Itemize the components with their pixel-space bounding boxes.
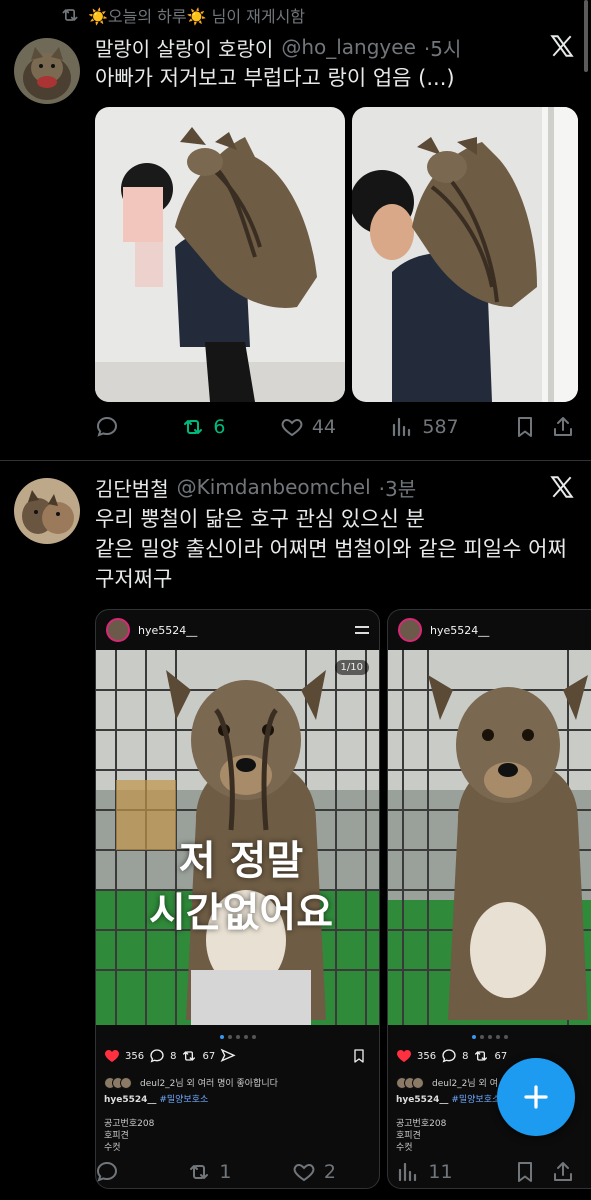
comment-icon — [149, 1048, 165, 1064]
ig-caption: hye5524__ #밀양보호소 — [104, 1092, 371, 1105]
bookmark-icon — [351, 1048, 367, 1064]
like-count: 2 — [323, 1161, 336, 1183]
user-handle[interactable]: @Kimdanbeomchel — [177, 475, 371, 499]
ig-repost-count: 67 — [494, 1050, 508, 1062]
bookmark-icon[interactable] — [513, 1160, 537, 1184]
timestamp[interactable]: ·3분 — [379, 473, 416, 502]
x-logo-icon[interactable] — [549, 474, 575, 500]
ig-hashtag: #밀양보호소 — [159, 1095, 209, 1105]
retweet-count: 1 — [219, 1161, 232, 1183]
ig-liked-by: deul2_2님 외 여러 명이 좋아합니다 — [104, 1076, 371, 1089]
reply-icon — [95, 1160, 119, 1184]
ig-liked-by-text: deul2_2님 외 여러 명이 좋아합니다 — [140, 1079, 278, 1089]
ig-header: hye5524__ — [388, 610, 591, 650]
compose-plus-icon — [524, 1085, 548, 1109]
heart-icon — [397, 1050, 411, 1062]
reply-icon — [95, 415, 119, 439]
views-icon — [396, 1160, 420, 1184]
like-button[interactable]: 44 — [280, 415, 336, 439]
compose-button[interactable] — [497, 1058, 575, 1136]
overlay-caption: 저 정말 시간없어요 — [126, 835, 356, 939]
ig-notes: 공고번호208 호피견 수컷 — [104, 1118, 154, 1154]
ig-comment-count: 8 — [462, 1050, 469, 1062]
views-count: 11 — [428, 1161, 453, 1183]
heart-icon — [105, 1050, 119, 1062]
ig-liked-by-text: deul2_2님 외 여 — [432, 1079, 498, 1089]
comment-icon — [441, 1048, 457, 1064]
tweet-image[interactable]: hye5524__ 1/10 저 정말 시간없어요 356 8 67 deul2… — [95, 609, 380, 1189]
share-icon[interactable] — [551, 415, 575, 439]
ig-note-line: 공고번호208 — [104, 1119, 155, 1129]
tweet-text-line: 같은 밀양 출신이라 어쩌면 범철이와 같은 피일수 어쩌 — [95, 537, 567, 561]
like-count: 44 — [311, 416, 336, 438]
tweet[interactable]: 말랑이 살랑이 호랑이 @ho_langyee ·5시 아빠가 저거보고 부럽다… — [0, 28, 591, 460]
display-name[interactable]: 말랑이 살랑이 호랑이 — [95, 33, 273, 62]
tweet-header: 김단범철 @Kimdanbeomchel ·3분 — [95, 472, 531, 502]
ig-comment-count: 8 — [170, 1050, 177, 1062]
tweet-image[interactable] — [352, 107, 578, 402]
send-icon — [220, 1048, 236, 1063]
retweet-count: 6 — [213, 416, 226, 438]
retweet-banner-text: ☀️오늘의 하루☀️ 님이 재게시함 — [88, 7, 306, 26]
ig-header: hye5524__ — [96, 610, 379, 650]
reply-button[interactable] — [95, 415, 127, 439]
timestamp[interactable]: ·5시 — [424, 33, 461, 62]
ig-username: hye5524__ — [430, 623, 490, 637]
ig-actions: 356 8 67 — [104, 1048, 367, 1064]
retweet-icon — [181, 415, 205, 439]
reply-button[interactable] — [95, 1160, 127, 1184]
views-button[interactable]: 587 — [390, 415, 459, 439]
ig-note-line: 호피견 — [396, 1131, 421, 1141]
user-handle[interactable]: @ho_langyee — [281, 35, 416, 59]
views-count: 587 — [422, 416, 459, 438]
retweet-button[interactable]: 6 — [181, 415, 225, 439]
ig-notes: 공고번호208 호피견 수컷 — [396, 1118, 446, 1154]
repost-icon — [473, 1048, 489, 1064]
ig-note-line: 공고번호208 — [396, 1119, 447, 1129]
tweet-text: 아빠가 저거보고 부럽다고 랑이 업음 (...) — [95, 66, 455, 90]
tweet-text-line: 우리 뿡철이 닮은 호구 관심 있으신 분 — [95, 507, 425, 531]
overlay-line: 시간없어요 — [149, 890, 333, 936]
ig-caption-user: hye5524__ — [396, 1095, 449, 1105]
retweet-icon — [187, 1160, 211, 1184]
x-logo-icon[interactable] — [549, 33, 575, 59]
views-icon — [390, 415, 414, 439]
like-icon — [280, 415, 304, 439]
menu-icon — [355, 626, 369, 634]
avatar[interactable] — [14, 478, 80, 544]
repost-icon — [181, 1048, 197, 1064]
display-name[interactable]: 김단범철 — [95, 473, 169, 502]
ig-avatar — [398, 618, 422, 642]
like-icon — [292, 1160, 316, 1184]
tweet-text: 우리 뿡철이 닮은 호구 관심 있으신 분 같은 밀양 출신이라 어쩌면 범철이… — [95, 504, 575, 594]
retweet-button[interactable]: 1 — [187, 1160, 232, 1184]
tweet-actions: 1 2 11 — [95, 1152, 575, 1192]
like-button[interactable]: 2 — [292, 1160, 336, 1184]
ig-like-count: 356 — [125, 1050, 145, 1062]
ig-carousel-dots — [96, 1035, 379, 1039]
retweet-banner[interactable]: ☀️오늘의 하루☀️ 님이 재게시함 — [60, 2, 305, 28]
tweet-actions: 6 44 587 — [95, 407, 575, 447]
ig-avatar — [106, 618, 130, 642]
overlay-line: 저 정말 — [178, 838, 304, 884]
ig-like-count: 356 — [417, 1050, 437, 1062]
tweet-text-line: 구저쩌구 — [95, 567, 173, 591]
views-button[interactable]: 11 — [396, 1160, 453, 1184]
share-icon[interactable] — [551, 1160, 575, 1184]
retweet-icon — [60, 5, 80, 25]
avatar[interactable] — [14, 38, 80, 104]
divider — [0, 460, 591, 461]
ig-caption-user: hye5524__ — [104, 1095, 157, 1105]
bookmark-icon[interactable] — [513, 415, 537, 439]
ig-hashtag: #밀양보호소 — [451, 1095, 501, 1105]
ig-username: hye5524__ — [138, 623, 198, 637]
ig-photo — [388, 650, 591, 1025]
ig-note-line: 호피견 — [104, 1131, 129, 1141]
ig-photo: 1/10 저 정말 시간없어요 — [96, 650, 379, 1025]
ig-repost-count: 67 — [202, 1050, 216, 1062]
ig-photo-counter: 1/10 — [334, 660, 369, 675]
ig-carousel-dots — [388, 1035, 591, 1039]
tweet-header: 말랑이 살랑이 호랑이 @ho_langyee ·5시 — [95, 32, 531, 62]
tweet-image[interactable] — [95, 107, 345, 402]
